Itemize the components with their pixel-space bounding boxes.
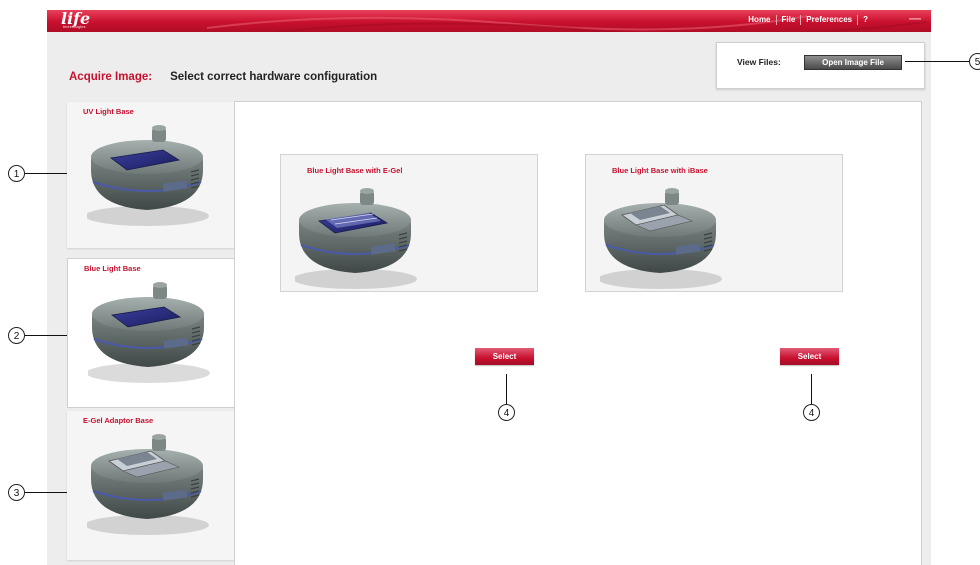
view-files-panel: View Files: Open Image File [716, 42, 925, 89]
open-image-file-button[interactable]: Open Image File [804, 55, 902, 70]
callout-4b-leader [811, 374, 812, 404]
blue-light-base-device-image [88, 281, 210, 384]
callout-4a: 4 [498, 404, 515, 421]
callout-2-leader [25, 335, 67, 336]
menu-help[interactable]: ? [858, 15, 873, 25]
select-e-gel-button[interactable]: Select [475, 348, 534, 365]
page-subtitle: Select correct hardware configuration [170, 71, 378, 83]
callout-4b: 4 [803, 404, 820, 421]
app-window: life technologies Home File Preferences … [47, 10, 931, 565]
minimize-button[interactable]: — [909, 11, 921, 25]
top-menu: Home File Preferences ? [743, 15, 873, 25]
blue-light-base-ibase-device-image [600, 187, 722, 290]
blue-light-base-e-gel-device-image [295, 187, 417, 290]
menu-file[interactable]: File [777, 15, 801, 25]
logo-subtitle: technologies [63, 24, 86, 29]
callout-1: 1 [8, 165, 25, 182]
sidebar-item-label: E-Gel Adaptor Base [83, 416, 154, 425]
configuration-panel: Blue Light Base with E-Gel Blue Light Ba… [234, 101, 922, 565]
callout-3-leader [25, 492, 67, 493]
sidebar-item-blue-light-base[interactable]: Blue Light Base [67, 258, 238, 408]
menu-preferences[interactable]: Preferences [801, 15, 857, 25]
title-bar: life technologies Home File Preferences … [47, 10, 931, 32]
sidebar-item-e-gel-adaptor-base[interactable]: E-Gel Adaptor Base [67, 411, 235, 560]
sidebar-item-label: Blue Light Base [84, 264, 141, 273]
card-title: Blue Light Base with iBase [612, 166, 708, 175]
card-title: Blue Light Base with E-Gel [307, 166, 403, 175]
e-gel-adaptor-base-device-image [87, 433, 209, 536]
sidebar-item-label: UV Light Base [83, 107, 134, 116]
callout-3: 3 [8, 484, 25, 501]
uv-light-base-device-image [87, 124, 209, 227]
view-files-label: View Files: [737, 57, 781, 67]
callout-4a-leader [506, 374, 507, 404]
callout-5: 5 [969, 53, 980, 70]
select-ibase-button[interactable]: Select [780, 348, 839, 365]
card-blue-light-base-with-ibase[interactable]: Blue Light Base with iBase [585, 154, 843, 292]
page-heading: Acquire Image: Select correct hardware co… [69, 71, 377, 83]
callout-1-leader [25, 173, 67, 174]
callout-5-leader [905, 61, 971, 62]
page-title: Acquire Image: [69, 71, 153, 83]
card-blue-light-base-with-e-gel[interactable]: Blue Light Base with E-Gel [280, 154, 538, 292]
callout-2: 2 [8, 327, 25, 344]
menu-home[interactable]: Home [743, 15, 775, 25]
sidebar-item-uv-light-base[interactable]: UV Light Base [67, 102, 235, 248]
